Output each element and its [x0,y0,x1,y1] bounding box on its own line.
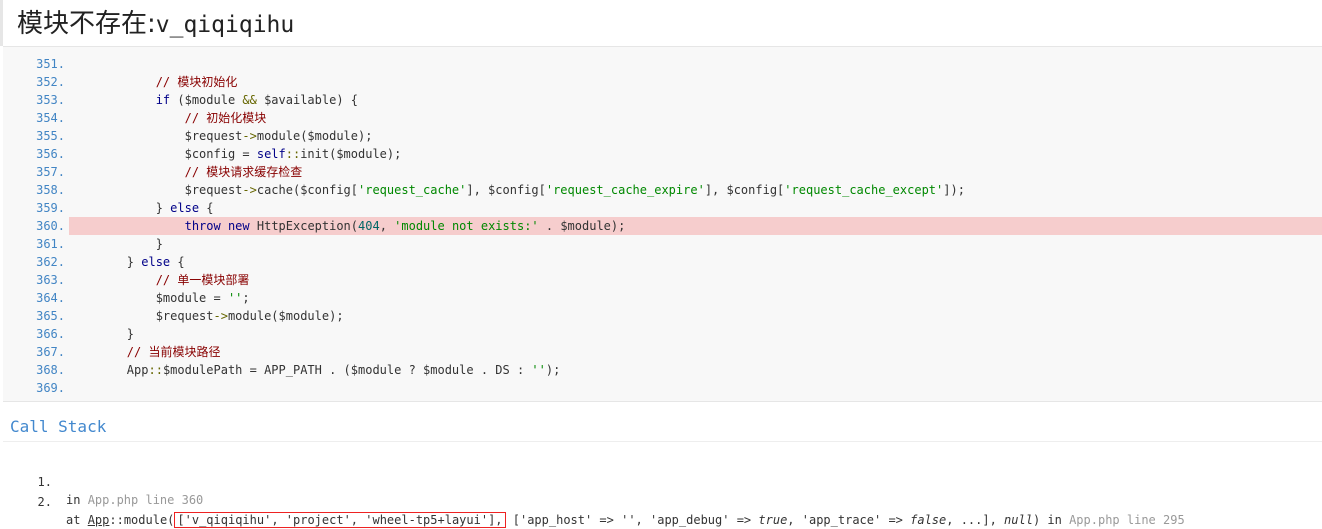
source-code-panel: 351.​352. // 模块初始化353. if ($module && $a… [3,46,1322,402]
line-code: $config = self::init($module); [69,147,402,161]
line-code: // 当前模块路径 [126,345,221,359]
line-number: 364. [36,291,65,305]
line-code: // 模块初始化 [155,75,238,89]
line-code: App::$modulePath = APP_PATH . ($module ?… [69,363,561,377]
line-number: 358. [36,183,65,197]
line-code: $request->module($module); [69,309,344,323]
class-link[interactable]: App [88,513,110,527]
code-line: 359. } else { [3,199,1322,217]
bool-value: true [758,513,788,527]
line-number: 360. [36,219,65,233]
line-number: 355. [36,129,65,143]
line-number: 363. [36,273,65,287]
code-line: 352. // 模块初始化 [3,73,1322,91]
title-module: v_qiqiqihu [155,12,295,38]
line-code: $request->cache($config['request_cache']… [69,183,965,197]
file-link[interactable]: App.php line 295 [1069,513,1185,527]
line-number: 369. [36,381,65,395]
item-body: in App.php line 360 [66,491,203,509]
call-stack-item: 2. at App::module(['v_qiqiqihu', 'projec… [0,475,1322,528]
line-number: 351. [36,57,65,71]
code-line: 356. $config = self::init($module); [3,145,1322,163]
highlighted-args: ['v_qiqiqihu', 'project', 'wheel-tp5+lay… [174,512,506,528]
line-code: } [69,237,163,251]
line-number: 361. [36,237,65,251]
page-header: 模块不存在:v_qiqiqihu [0,0,1322,46]
file-link[interactable]: App.php line 360 [88,493,204,507]
call-stack-item: 1. in App.php line 360 [0,455,1322,507]
item-prefix: at [66,513,88,527]
line-code: ​ [69,379,1322,397]
line-number: 353. [36,93,65,107]
line-number: 356. [36,147,65,161]
line-number: 357. [36,165,65,179]
code-line: 363. // 单一模块部署 [3,271,1322,289]
args-text: ['app_host' => '', 'app_debug' => [505,513,759,527]
line-code: } [69,327,135,341]
divider [3,441,1322,442]
line-code: if ($module && $available) { [155,93,359,107]
args-text: , 'app_trace' => [787,513,911,527]
line-code: // 模块请求缓存检查 [184,165,303,179]
error-line-code: throw new HttpException(404, 'module not… [69,217,1322,235]
code-line: 367. // 当前模块路径 [3,343,1322,361]
code-line: 362. } else { [3,253,1322,271]
page-title: 模块不存在:v_qiqiqihu [17,3,294,40]
title-prefix: 模块不存在: [17,9,156,39]
line-number: 352. [36,75,65,89]
code-line: 354. // 初始化模块 [3,109,1322,127]
line-number: 368. [36,363,65,377]
code-line: 369. ​ [3,379,1322,397]
code-line: 357. // 模块请求缓存检查 [3,163,1322,181]
code-line: 361. } [3,235,1322,253]
code-line: 365. $request->module($module); [3,307,1322,325]
line-number: 359. [36,201,65,215]
line-code: } else { [69,255,185,269]
line-code: // 初始化模块 [184,111,267,125]
line-code: $request->module($module); [69,129,373,143]
line-number: 367. [36,345,65,359]
call-stack-title: Call Stack [10,417,107,436]
item-prefix: in [66,493,88,507]
code-line: 355. $request->module($module); [3,127,1322,145]
line-number: 362. [36,255,65,269]
code-line: 358. $request->cache($config['request_ca… [3,181,1322,199]
item-index: 2. [37,495,52,509]
line-code: // 单一模块部署 [155,273,250,287]
line-number: 365. [36,309,65,323]
null-value: null [1004,513,1033,527]
method-name: ::module( [109,513,175,527]
line-code: ​ [69,55,1322,73]
code-line: 364. $module = ''; [3,289,1322,307]
bool-value: false [910,513,947,527]
line-number: 366. [36,327,65,341]
code-line: 368. App::$modulePath = APP_PATH . ($mod… [3,361,1322,379]
code-line: 366. } [3,325,1322,343]
code-line: 360. throw new HttpException(404, 'modul… [3,217,1322,235]
code-line: 351. ​ [3,55,1322,73]
item-body: at App::module(['v_qiqiqihu', 'project',… [66,511,1185,529]
args-text: ) in [1032,513,1070,527]
code-line: 353. if ($module && $available) { [3,91,1322,109]
line-code: } else { [69,201,214,215]
line-code: $module = ''; [69,291,250,305]
line-number: 354. [36,111,65,125]
args-text: , ...], [946,513,1005,527]
